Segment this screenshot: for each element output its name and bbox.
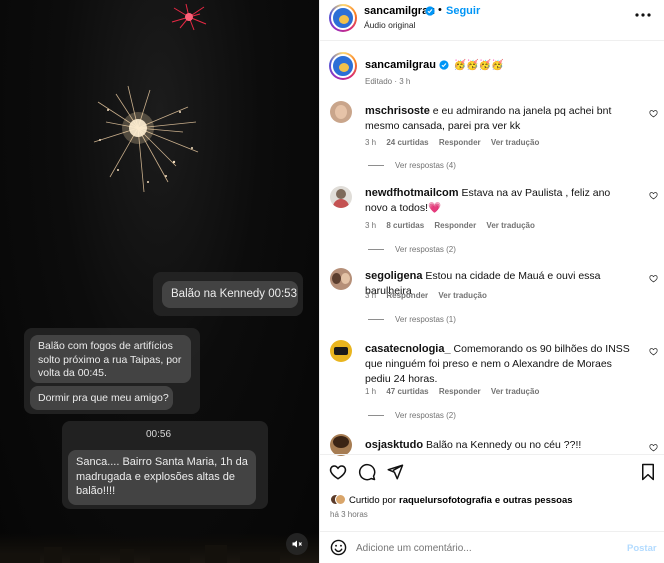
view-replies-button[interactable]: Ver respostas (2) [368,411,456,420]
comment-username[interactable]: osjasktudo [365,439,423,451]
view-replies-button[interactable]: Ver respostas (2) [368,245,456,254]
comment-username[interactable]: mschrisoste [365,105,430,117]
caption-username[interactable]: sancamilgrau [365,59,436,71]
actions-divider [319,454,664,455]
caption-edited: Editado · 3 h [365,77,411,86]
audio-label[interactable]: Áudio original [364,20,416,30]
gold-firework [93,85,199,193]
reel-video[interactable]: Balão na Kennedy 00:53 Balão com fogos d… [0,0,319,563]
liked-by-avatars [330,494,346,506]
comment-meta: 1 h 47 curtidas Responder Ver tradução [365,387,540,396]
caption-text: 🥳🥳🥳🥳 [453,59,504,71]
post-timestamp[interactable]: há 3 horas [330,510,368,519]
translate-button[interactable]: Ver tradução [491,138,539,147]
smiley-icon[interactable] [330,539,347,556]
comment-input[interactable] [356,540,606,556]
chat-message-2: Balão com fogos de artifícios solto próx… [30,335,191,383]
liked-by-user[interactable]: raquelursofotografia [399,495,492,506]
comment-like-heart-icon[interactable] [649,347,658,356]
translate-button[interactable]: Ver tradução [438,291,486,300]
view-replies-button[interactable]: Ver respostas (4) [368,161,456,170]
comment-username[interactable]: segoligena [365,270,422,282]
comment-icon[interactable] [358,463,376,481]
send-icon[interactable] [386,463,404,481]
heart-icon[interactable] [329,463,347,481]
comment-avatar[interactable] [330,340,352,362]
translate-button[interactable]: Ver tradução [486,221,534,230]
comment-like-heart-icon[interactable] [649,443,658,452]
liked-by-row: Curtido por raquelursofotografia e outra… [330,494,573,506]
author-avatar[interactable] [329,4,357,32]
comment-like-heart-icon[interactable] [649,109,658,118]
bookmark-icon[interactable] [640,463,656,481]
comment-body: mschrisoste e eu admirando na janela pq … [365,105,612,132]
chat-message-3: Dormir pra que meu amigo? [30,386,173,410]
header-divider [319,40,664,41]
composer-divider [319,531,664,532]
comment-body: osjasktudo Balão na Kennedy ou no céu ??… [365,439,582,451]
reply-button[interactable]: Responder [386,291,428,300]
red-firework [171,3,207,31]
comment-likes[interactable]: 47 curtidas [386,387,428,396]
comment-avatar[interactable] [330,268,352,290]
speaker-muted-icon [292,540,302,548]
comment-avatar[interactable] [330,101,352,123]
view-replies-button[interactable]: Ver respostas (1) [368,315,456,324]
chat-timestamp: 00:56 [146,429,172,440]
reply-button[interactable]: Responder [439,138,481,147]
comment-avatar[interactable] [330,186,352,208]
translate-button[interactable]: Ver tradução [491,387,539,396]
follow-button[interactable]: Seguir [446,5,480,17]
comment-avatar[interactable] [330,434,352,456]
comment-like-heart-icon[interactable] [649,191,658,200]
city-skyline [0,533,319,563]
comment-username[interactable]: casatecnologia_ [365,343,451,355]
caption-avatar[interactable] [329,52,357,80]
verified-badge-icon [425,6,435,16]
verified-badge-icon [439,60,449,70]
reply-button[interactable]: Responder [434,221,476,230]
comment-likes[interactable]: 8 curtidas [386,221,424,230]
comment-body: casatecnologia_ Comemorando os 90 bilhõe… [365,343,630,385]
more-horizontal-icon[interactable] [635,12,651,18]
reply-button[interactable]: Responder [439,387,481,396]
mute-button[interactable] [286,533,308,555]
comment-likes[interactable]: 24 curtidas [386,138,428,147]
comment-username[interactable]: newdfhotmailcom [365,187,459,199]
comment-meta: 3 h 24 curtidas Responder Ver tradução [365,138,540,147]
chat-message-1: Balão na Kennedy 00:53 [162,281,298,308]
chat-message-4: Sanca.... Bairro Santa Maria, 1h da madr… [68,450,256,505]
post-comment-button[interactable]: Postar [627,543,657,554]
comment-body: newdfhotmailcom Estava na av Paulista , … [365,187,611,214]
comment-like-heart-icon[interactable] [649,274,658,283]
comment-meta: 3 h Responder Ver tradução [365,291,487,300]
comment-meta: 3 h 8 curtidas Responder Ver tradução [365,221,535,230]
caption-row: sancamilgrau 🥳🥳🥳🥳 [365,59,504,71]
header-separator: • [438,4,442,16]
